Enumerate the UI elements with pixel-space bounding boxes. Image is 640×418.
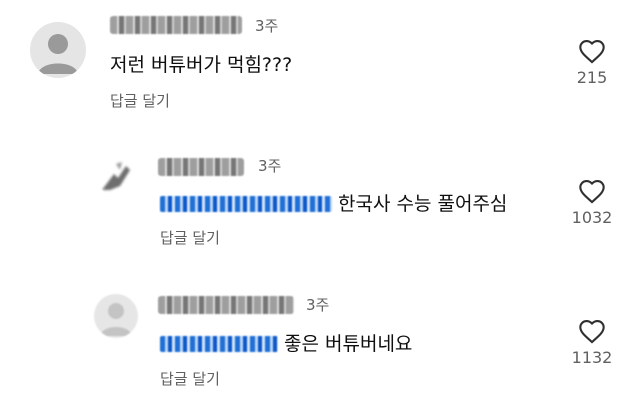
comment-text: 한국사 수능 풀어주심: [160, 189, 507, 216]
default-person-icon: [38, 34, 78, 74]
comment: 3주 한국사 수능 풀어주심 답글 달기 1032: [0, 140, 640, 270]
mention-link[interactable]: [160, 196, 332, 212]
blurred-avatar: [102, 162, 130, 190]
comment-timestamp: 3주: [306, 296, 330, 314]
avatar[interactable]: [96, 156, 136, 196]
heart-icon[interactable]: [578, 318, 606, 344]
like-group: 1132: [562, 318, 622, 367]
comment: 3주 좋은 버튜버네요 답글 달기 1132: [0, 280, 640, 418]
comment-body: 한국사 수능 풀어주심: [338, 193, 508, 215]
reply-button[interactable]: 답글 달기: [160, 368, 220, 389]
comment-text: 저런 버튜버가 먹힘???: [110, 54, 293, 76]
like-count: 1132: [571, 348, 613, 367]
comment-username[interactable]: [110, 16, 242, 34]
like-group: 215: [562, 38, 622, 87]
comment: 3주 저런 버튜버가 먹힘??? 답글 달기 215: [0, 0, 640, 130]
reply-button[interactable]: 답글 달기: [110, 90, 170, 111]
comment-timestamp: 3주: [258, 157, 282, 175]
like-count: 1032: [571, 208, 613, 227]
blurred-avatar: [100, 303, 132, 336]
like-group: 1032: [562, 178, 622, 227]
like-count: 215: [576, 68, 608, 87]
comment-text: 좋은 버튜버네요: [160, 329, 412, 356]
comment-username[interactable]: [158, 158, 244, 176]
avatar[interactable]: [30, 22, 86, 78]
comment-username[interactable]: [158, 296, 294, 314]
heart-icon[interactable]: [578, 178, 606, 204]
heart-icon[interactable]: [578, 38, 606, 64]
comment-timestamp: 3주: [255, 17, 279, 35]
avatar[interactable]: [94, 294, 138, 338]
reply-button[interactable]: 답글 달기: [160, 227, 220, 248]
mention-link[interactable]: [160, 336, 278, 352]
comment-body: 좋은 버튜버네요: [284, 333, 413, 355]
